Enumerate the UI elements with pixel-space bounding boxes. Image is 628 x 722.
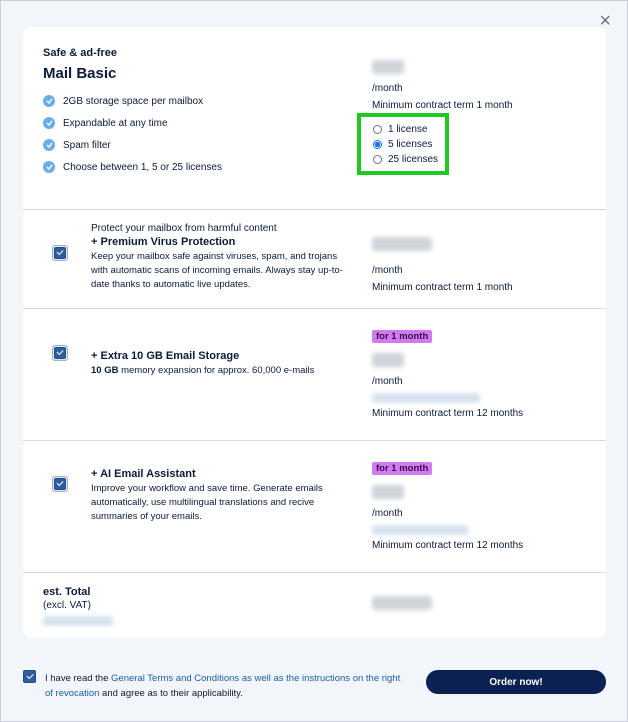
addon-min-term: Minimum contract term 12 months xyxy=(372,408,524,419)
license-option-5[interactable]: 5 licenses xyxy=(373,137,445,152)
plan-subtitle: Safe & ad-free xyxy=(43,47,117,59)
total-label: est. Total xyxy=(43,586,91,598)
addon-price-detail xyxy=(372,393,480,403)
plan-min-term: Minimum contract term 1 month xyxy=(372,100,513,111)
addon-title: + Premium Virus Protection xyxy=(91,236,236,248)
addon-price xyxy=(372,485,404,499)
plan-price xyxy=(372,60,404,74)
promo-badge: for 1 month xyxy=(372,330,433,343)
feature-list: 2GB storage space per mailbox Expandable… xyxy=(43,90,222,178)
radio-5-licenses[interactable] xyxy=(373,140,382,149)
plan-title: Mail Basic xyxy=(43,65,117,82)
order-summary-card: Safe & ad-free Mail Basic 2GB storage sp… xyxy=(23,27,606,638)
promo-badge: for 1 month xyxy=(372,462,433,475)
addon-per-month: /month xyxy=(372,376,403,387)
addon-description: Keep your mailbox safe against viruses, … xyxy=(91,251,343,290)
total-detail xyxy=(43,616,113,626)
addon-price xyxy=(372,237,432,251)
addon-extra-storage: + Extra 10 GB Email Storage 10 GB memory… xyxy=(23,309,606,440)
addon-title: + Extra 10 GB Email Storage xyxy=(91,350,240,362)
plan-per-month: /month xyxy=(372,83,403,94)
addon-min-term: Minimum contract term 12 months xyxy=(372,540,524,551)
check-icon xyxy=(43,139,55,151)
addon-price-detail xyxy=(372,525,468,535)
addon-title: + AI Email Assistant xyxy=(91,468,196,480)
total-section: est. Total (excl. VAT) xyxy=(23,573,606,638)
addon-min-term: Minimum contract term 1 month xyxy=(372,282,513,293)
check-icon xyxy=(43,117,55,129)
addon-description: 10 GB memory expansion for approx. 60,00… xyxy=(91,365,315,376)
plan-section: Safe & ad-free Mail Basic 2GB storage sp… xyxy=(23,27,606,209)
license-option-25[interactable]: 25 licenses xyxy=(373,152,445,167)
ai-assistant-checkbox[interactable] xyxy=(54,478,66,490)
total-price xyxy=(372,596,432,610)
extra-storage-checkbox[interactable] xyxy=(54,347,66,359)
addon-kicker: Protect your mailbox from harmful conten… xyxy=(91,223,277,234)
license-selector: 1 license 5 licenses 25 licenses xyxy=(357,113,449,175)
check-icon xyxy=(43,95,55,107)
addon-per-month: /month xyxy=(372,265,403,276)
virus-protection-checkbox[interactable] xyxy=(54,247,66,259)
radio-1-license[interactable] xyxy=(373,125,382,134)
radio-25-licenses[interactable] xyxy=(373,155,382,164)
addon-ai-assistant: + AI Email Assistant Improve your workfl… xyxy=(23,441,606,572)
addon-price xyxy=(372,353,404,367)
feature-item: 2GB storage space per mailbox xyxy=(43,90,222,112)
terms-checkbox[interactable] xyxy=(23,670,36,683)
addon-description: Improve your workflow and save time. Gen… xyxy=(91,483,323,522)
addon-per-month: /month xyxy=(372,508,403,519)
license-option-1[interactable]: 1 license xyxy=(373,122,445,137)
feature-item: Choose between 1, 5 or 25 licenses xyxy=(43,156,222,178)
feature-item: Spam filter xyxy=(43,134,222,156)
addon-virus-protection: Protect your mailbox from harmful conten… xyxy=(23,210,606,308)
total-vat-note: (excl. VAT) xyxy=(43,600,91,611)
check-icon xyxy=(43,161,55,173)
terms-text: I have read the General Terms and Condit… xyxy=(45,673,401,699)
order-now-button[interactable]: Order now! xyxy=(426,670,606,694)
feature-item: Expandable at any time xyxy=(43,112,222,134)
